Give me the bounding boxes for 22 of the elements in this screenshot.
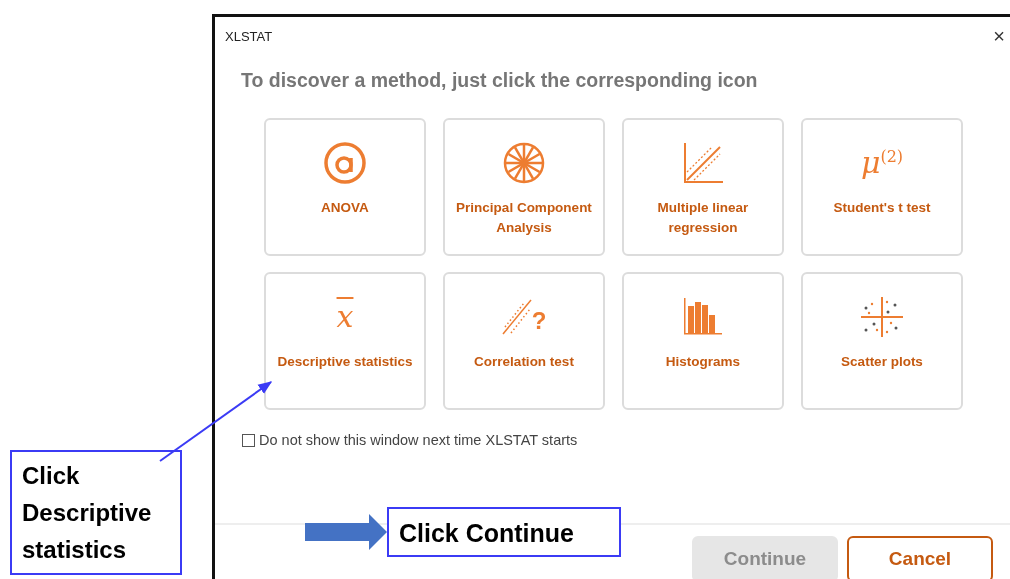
method-tile[interactable]: x Descriptive statistics [264, 272, 426, 410]
cancel-button[interactable]: Cancel [847, 536, 993, 579]
method-tile[interactable]: Multiple linear regression [622, 118, 784, 256]
regression-icon [682, 142, 724, 184]
method-tile[interactable]: Principal Component Analysis [443, 118, 605, 256]
dialog-heading: To discover a method, just click the corresponding icon [241, 69, 759, 92]
close-button[interactable]: × [988, 24, 1010, 48]
histogram-icon [683, 298, 723, 336]
mean-symbol-icon: x [336, 302, 354, 332]
method-tile[interactable]: ANOVA [264, 118, 426, 256]
callout-note: Click Descriptive statistics [10, 450, 182, 575]
do-not-show-checkbox[interactable]: Do not show this window next time XLSTAT starts [242, 432, 1010, 448]
method-tile[interactable]: Histograms [622, 272, 784, 410]
method-tile[interactable]: ? Correlation test [443, 272, 605, 410]
at-sign-icon [323, 141, 367, 185]
method-tile[interactable]: μ$^{(2)}$ Student's t test [801, 118, 963, 256]
wheel-icon [502, 141, 546, 185]
window-title: XLSTAT [225, 28, 273, 44]
method-tile[interactable]: Scatter plots [801, 272, 963, 410]
scatter-plot-icon [861, 297, 903, 337]
mu-symbol-icon: μ$^{(2)}$ [860, 148, 904, 178]
callout-note: Click Continue [387, 507, 621, 557]
